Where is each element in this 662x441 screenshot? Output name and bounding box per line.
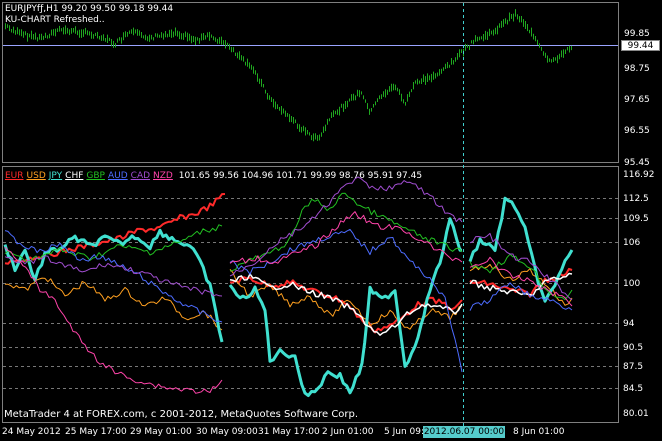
indicator-tick-label: 87.5 (623, 362, 643, 372)
indicator-tick-label: 116.92 (623, 170, 655, 180)
series-line-eur (4, 193, 226, 265)
price-tick-label: 97.65 (624, 95, 650, 105)
indicator-legend: EUR USD JPY CHF GBP AUD CAD NZD 101.65 99.56 10… (5, 171, 425, 181)
price-tick-label: 98.75 (624, 64, 650, 74)
indicator-tick-label: 90.5 (623, 343, 643, 353)
indicator-tick-label: 94 (623, 319, 635, 329)
time-tick-label: 2 Jun 01:00 (322, 427, 374, 437)
legend-values: 101.65 99.56 104.96 101.71 99.99 98.76 9… (178, 171, 423, 181)
current-price-tag: 99.44 (621, 40, 660, 51)
time-tick-label: 24 May 2012 (2, 427, 61, 437)
time-tick-label: 8 Jun 01:00 (513, 427, 565, 437)
price-tick-label: 95.45 (624, 158, 650, 168)
series-line-jpy (468, 196, 574, 303)
currency-lines (3, 176, 574, 398)
legend-usd: USD (26, 171, 46, 181)
legend-aud: AUD (107, 171, 128, 181)
time-tick-label: 25 May 17:00 (65, 427, 127, 437)
indicator-tick-label: 106 (623, 238, 640, 248)
legend-jpy: JPY (48, 171, 63, 181)
price-pane-frame (2, 2, 619, 163)
price-tick-label: 99.85 (624, 29, 650, 39)
chart-canvas[interactable]: 99.85 98.75 97.65 96.55 95.45 116.92 112.5 109… (0, 0, 662, 441)
indicator-tick-label: 100 (623, 279, 640, 289)
refresh-status: KU-CHART Refreshed.. (5, 15, 105, 25)
copyright-text: MetaTrader 4 at FOREX.com, c 2001-2012, … (4, 409, 359, 420)
time-tick-label: 30 May 09:00 (196, 427, 258, 437)
price-tick-label: 96.55 (624, 126, 650, 136)
indicator-tick-label: 84.5 (623, 384, 643, 394)
series-line-gbp (4, 224, 223, 263)
indicator-tick-label: 112.5 (623, 194, 649, 204)
series-line-nzd (229, 211, 463, 264)
legend-nzd: NZD (153, 171, 173, 181)
cursor-date-tag: 2012.06.07 00:00 (423, 426, 505, 438)
indicator-tick-label: 109.5 (623, 214, 649, 224)
legend-gbp: GBP (86, 171, 105, 181)
price-candles (5, 9, 572, 142)
time-tick-label: 31 May 17:00 (258, 427, 320, 437)
series-line-jpy (228, 217, 463, 398)
legend-cad: CAD (130, 171, 151, 181)
legend-chf: CHF (65, 171, 84, 181)
indicator-tick-label: 80.01 (623, 409, 649, 419)
indicator-axis: 116.92 112.5 109.5 106 100 94 90.5 87.5 84.5 80.0… (623, 170, 655, 419)
time-tick-label: 29 May 01:00 (130, 427, 192, 437)
legend-eur: EUR (5, 171, 24, 181)
symbol-info: EURJPYfƒ,H1 99.20 99.50 99.18 99.44 (5, 4, 174, 14)
